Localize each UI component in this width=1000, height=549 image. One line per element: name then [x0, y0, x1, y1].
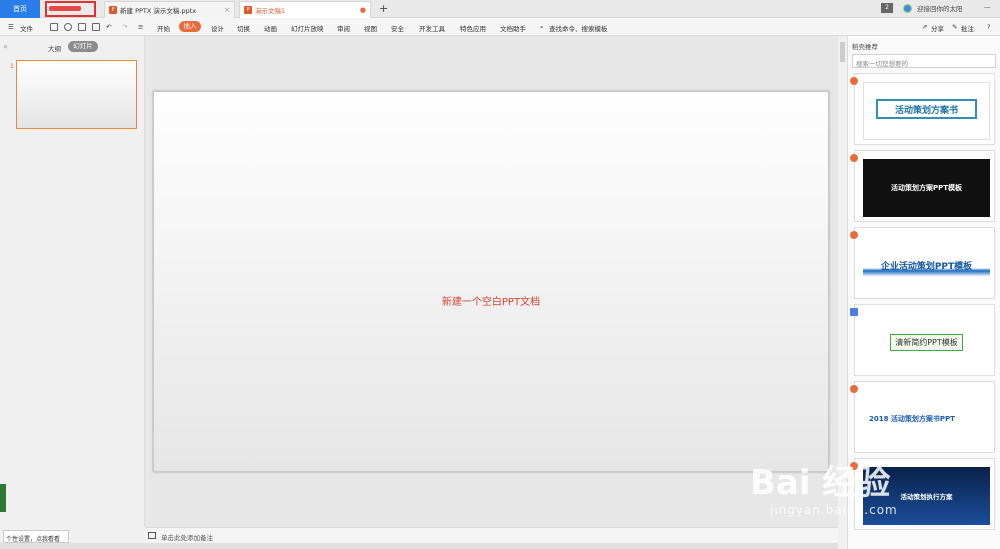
share-button[interactable]: 分享: [931, 23, 944, 33]
redo-icon[interactable]: ↷: [122, 23, 127, 31]
menu-review[interactable]: 审阅: [337, 23, 350, 33]
tab-document-pptx-label: 新建 PPTX 演示文稿.pptx: [120, 7, 197, 15]
title-tab-bar: 首页 P 新建 PPTX 演示文稿.pptx × P 演示文稿1 ● + 2 迎…: [0, 0, 1000, 18]
doc-badge-icon: [850, 308, 858, 316]
hot-badge-icon: [850, 231, 858, 239]
notes-placeholder[interactable]: 单击此处添加备注: [161, 532, 213, 542]
menu-view[interactable]: 视图: [364, 23, 377, 33]
ribbon-menu-bar: ☰ 文件 ↶ ↷ ≡ 开始 插入 设计 切换 动画 幻灯片放映 审阅 视图 安全…: [0, 18, 1000, 36]
hot-badge-icon: [850, 154, 858, 162]
help-button[interactable]: ?: [987, 23, 990, 31]
menu-assistant[interactable]: 文档助手: [500, 23, 526, 33]
tab-presentation1[interactable]: P 演示文稿1 ●: [239, 1, 371, 18]
command-search[interactable]: 查找命令、搜索模板: [549, 23, 608, 33]
redacted-tab[interactable]: [49, 6, 81, 11]
collapse-icon[interactable]: «: [3, 42, 8, 51]
comment-button[interactable]: 批注: [961, 23, 974, 33]
tab-outline[interactable]: 大纲: [48, 43, 61, 53]
slide-navigation-panel: « 大纲 幻灯片 1: [0, 36, 145, 527]
template-title: 清新简约PPT模板: [890, 333, 963, 351]
menu-insert[interactable]: 插入: [179, 21, 201, 32]
template-preview: 活动策划方案书: [863, 82, 990, 140]
template-title: 活动策划方案书: [876, 99, 977, 119]
window-count-badge[interactable]: 2: [881, 3, 893, 13]
template-title: 2018 活动策划方案书PPT: [863, 390, 990, 448]
template-card[interactable]: 企业活动策划PPT模板: [850, 227, 995, 299]
ppt-file-icon: P: [109, 6, 117, 14]
account-avatar[interactable]: [903, 4, 912, 13]
save-icon[interactable]: [50, 23, 58, 31]
scroll-thumb[interactable]: [840, 42, 845, 62]
minimize-icon[interactable]: —: [984, 3, 991, 11]
status-bar: [0, 543, 838, 549]
menu-security[interactable]: 安全: [391, 23, 404, 33]
menu-developer[interactable]: 开发工具: [419, 23, 445, 33]
search-icon[interactable]: ⌕: [540, 23, 544, 32]
tab-document-pptx[interactable]: P 新建 PPTX 演示文稿.pptx ×: [104, 1, 235, 18]
menu-transitions[interactable]: 切换: [237, 23, 250, 33]
share-icon[interactable]: ⇗: [922, 23, 927, 31]
menu-start[interactable]: 开始: [157, 23, 170, 33]
close-icon[interactable]: ×: [224, 6, 230, 14]
preview-icon[interactable]: [92, 23, 100, 31]
menu-design[interactable]: 设计: [211, 23, 224, 33]
customize-icon[interactable]: ≡: [138, 23, 143, 31]
slide-canvas[interactable]: 新建一个空白PPT文档: [153, 91, 829, 472]
menu-icon[interactable]: ☰: [8, 23, 14, 31]
personalize-tooltip[interactable]: 个性设置，点我看看: [3, 530, 69, 543]
template-card[interactable]: 清新简约PPT模板: [850, 304, 995, 376]
template-preview: 清新简约PPT模板: [863, 313, 990, 371]
baidu-watermark: Bai 经验 jingyan.baidu.com: [750, 455, 990, 525]
slide-number: 1: [10, 63, 14, 70]
undo-icon[interactable]: ↶: [106, 23, 111, 31]
unsaved-dot-icon[interactable]: ●: [360, 6, 366, 14]
panel-title[interactable]: 稻壳推荐: [852, 41, 878, 51]
export-icon[interactable]: [64, 23, 72, 31]
menu-animation[interactable]: 动画: [264, 23, 277, 33]
notes-icon: [148, 532, 156, 539]
tab-slides[interactable]: 幻灯片: [68, 41, 98, 52]
template-card[interactable]: 2018 活动策划方案书PPT: [850, 381, 995, 453]
hot-badge-icon: [850, 385, 858, 393]
slide-text[interactable]: 新建一个空白PPT文档: [154, 293, 828, 308]
print-icon[interactable]: [78, 23, 86, 31]
new-tab-button[interactable]: +: [379, 2, 388, 15]
template-card[interactable]: 活动策划方案书: [850, 73, 995, 145]
template-card[interactable]: 活动策划方案PPT模板: [850, 150, 995, 222]
menu-special[interactable]: 特色应用: [460, 23, 486, 33]
tab-home[interactable]: 首页: [0, 0, 40, 18]
menu-slideshow[interactable]: 幻灯片放映: [291, 23, 324, 33]
template-title: 活动策划方案PPT模板: [863, 159, 990, 217]
template-search-input[interactable]: 搜索一切您想要的: [852, 54, 996, 68]
file-menu[interactable]: 文件: [20, 23, 33, 33]
ppt-file-icon: P: [244, 6, 252, 14]
watermark-main: Bai 经验: [750, 463, 891, 503]
hot-badge-icon: [850, 77, 858, 85]
template-title: 企业活动策划PPT模板: [863, 236, 990, 294]
watermark-url: jingyan.baidu.com: [770, 503, 898, 517]
notes-bar[interactable]: 单击此处添加备注: [145, 527, 838, 543]
slide-editing-area: 新建一个空白PPT文档: [145, 36, 838, 527]
slide-thumbnail[interactable]: [16, 60, 137, 129]
account-name[interactable]: 迎接回你的太阳: [917, 3, 963, 13]
side-handle[interactable]: [0, 484, 6, 512]
tab-presentation1-label: 演示文稿1: [255, 7, 286, 15]
comment-icon[interactable]: ✎: [952, 23, 957, 31]
